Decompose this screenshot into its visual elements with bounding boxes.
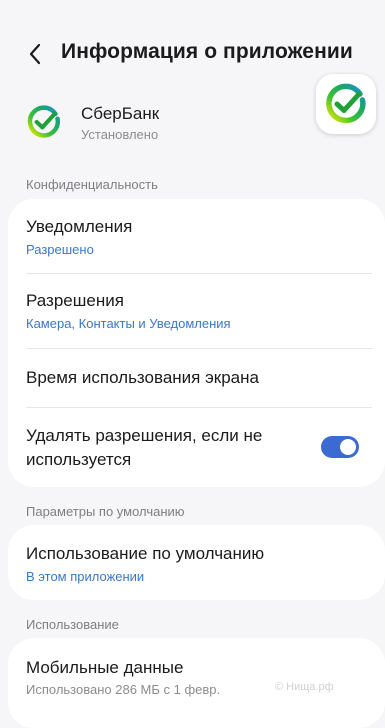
back-button[interactable] [24, 41, 46, 67]
open-by-default-title: Использование по умолчанию [26, 544, 265, 563]
screen-time-title: Время использования экрана [26, 368, 259, 387]
open-by-default-subtitle: В этом приложении [26, 569, 145, 584]
permissions-item[interactable]: Разрешения Камера, Контакты и Уведомлени… [8, 274, 385, 348]
mobile-data-subtitle: Использовано 286 МБ с 1 февр. [26, 682, 221, 697]
app-install-status: Установлено [81, 127, 159, 142]
defaults-card: Использование по умолчанию В этом прилож… [8, 525, 385, 600]
page-title: Информация о приложении [61, 40, 353, 63]
privacy-card: Уведомления Разрешено Разрешения Камера,… [8, 199, 385, 487]
chevron-left-icon [29, 43, 41, 65]
permissions-title: Разрешения [26, 291, 124, 310]
section-header-privacy: Конфиденциальность [26, 177, 158, 192]
open-by-default-item[interactable]: Использование по умолчанию В этом прилож… [8, 525, 385, 600]
watermark: © Нища.рф [275, 681, 334, 693]
mobile-data-item[interactable]: Мобильные данные Использовано 286 МБ с 1… [8, 638, 385, 704]
app-summary: СберБанк Установлено [0, 97, 385, 147]
screen-time-item[interactable]: Время использования экрана [8, 349, 385, 407]
toggle-knob [340, 439, 356, 455]
section-header-usage: Использование [26, 617, 119, 632]
top-app-bar: Информация о приложении [0, 34, 385, 74]
remove-permissions-toggle[interactable] [321, 436, 359, 458]
notifications-item[interactable]: Уведомления Разрешено [8, 199, 385, 273]
notifications-title: Уведомления [26, 217, 133, 236]
app-icon [25, 103, 63, 141]
remove-permissions-title-line2: используется [26, 450, 132, 469]
mobile-data-title: Мобильные данные [26, 658, 184, 677]
section-header-defaults: Параметры по умолчанию [26, 504, 185, 519]
notifications-subtitle: Разрешено [26, 242, 94, 257]
sberbank-logo-icon [27, 105, 61, 138]
remove-permissions-title-line1: Удалять разрешения, если не [26, 426, 263, 445]
remove-permissions-item[interactable]: Удалять разрешения, если не используется [8, 408, 385, 487]
permissions-subtitle: Камера, Контакты и Уведомления [26, 316, 231, 331]
app-name: СберБанк [81, 104, 160, 123]
